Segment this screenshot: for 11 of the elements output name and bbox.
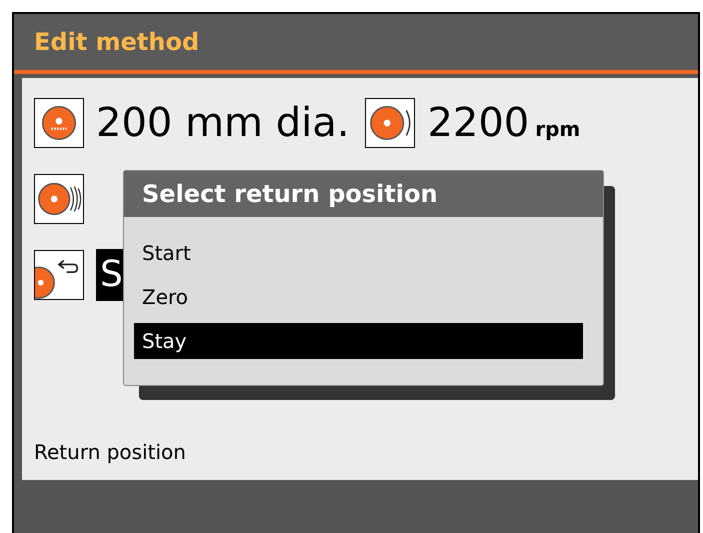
option-item[interactable]: Stay [134, 323, 583, 359]
option-item[interactable]: Zero [134, 279, 583, 315]
speed-unit: rpm [535, 117, 580, 141]
option-item[interactable]: Start [134, 235, 583, 271]
disc-return-icon [34, 250, 84, 300]
diameter-value: 200 mm dia. [96, 100, 350, 146]
speed-value: 2200 [427, 100, 530, 146]
disc-waves-icon [34, 174, 84, 224]
window-title: Edit method [34, 28, 200, 56]
status-text: Return position [34, 440, 187, 464]
popup-title: Select return position [142, 180, 438, 208]
